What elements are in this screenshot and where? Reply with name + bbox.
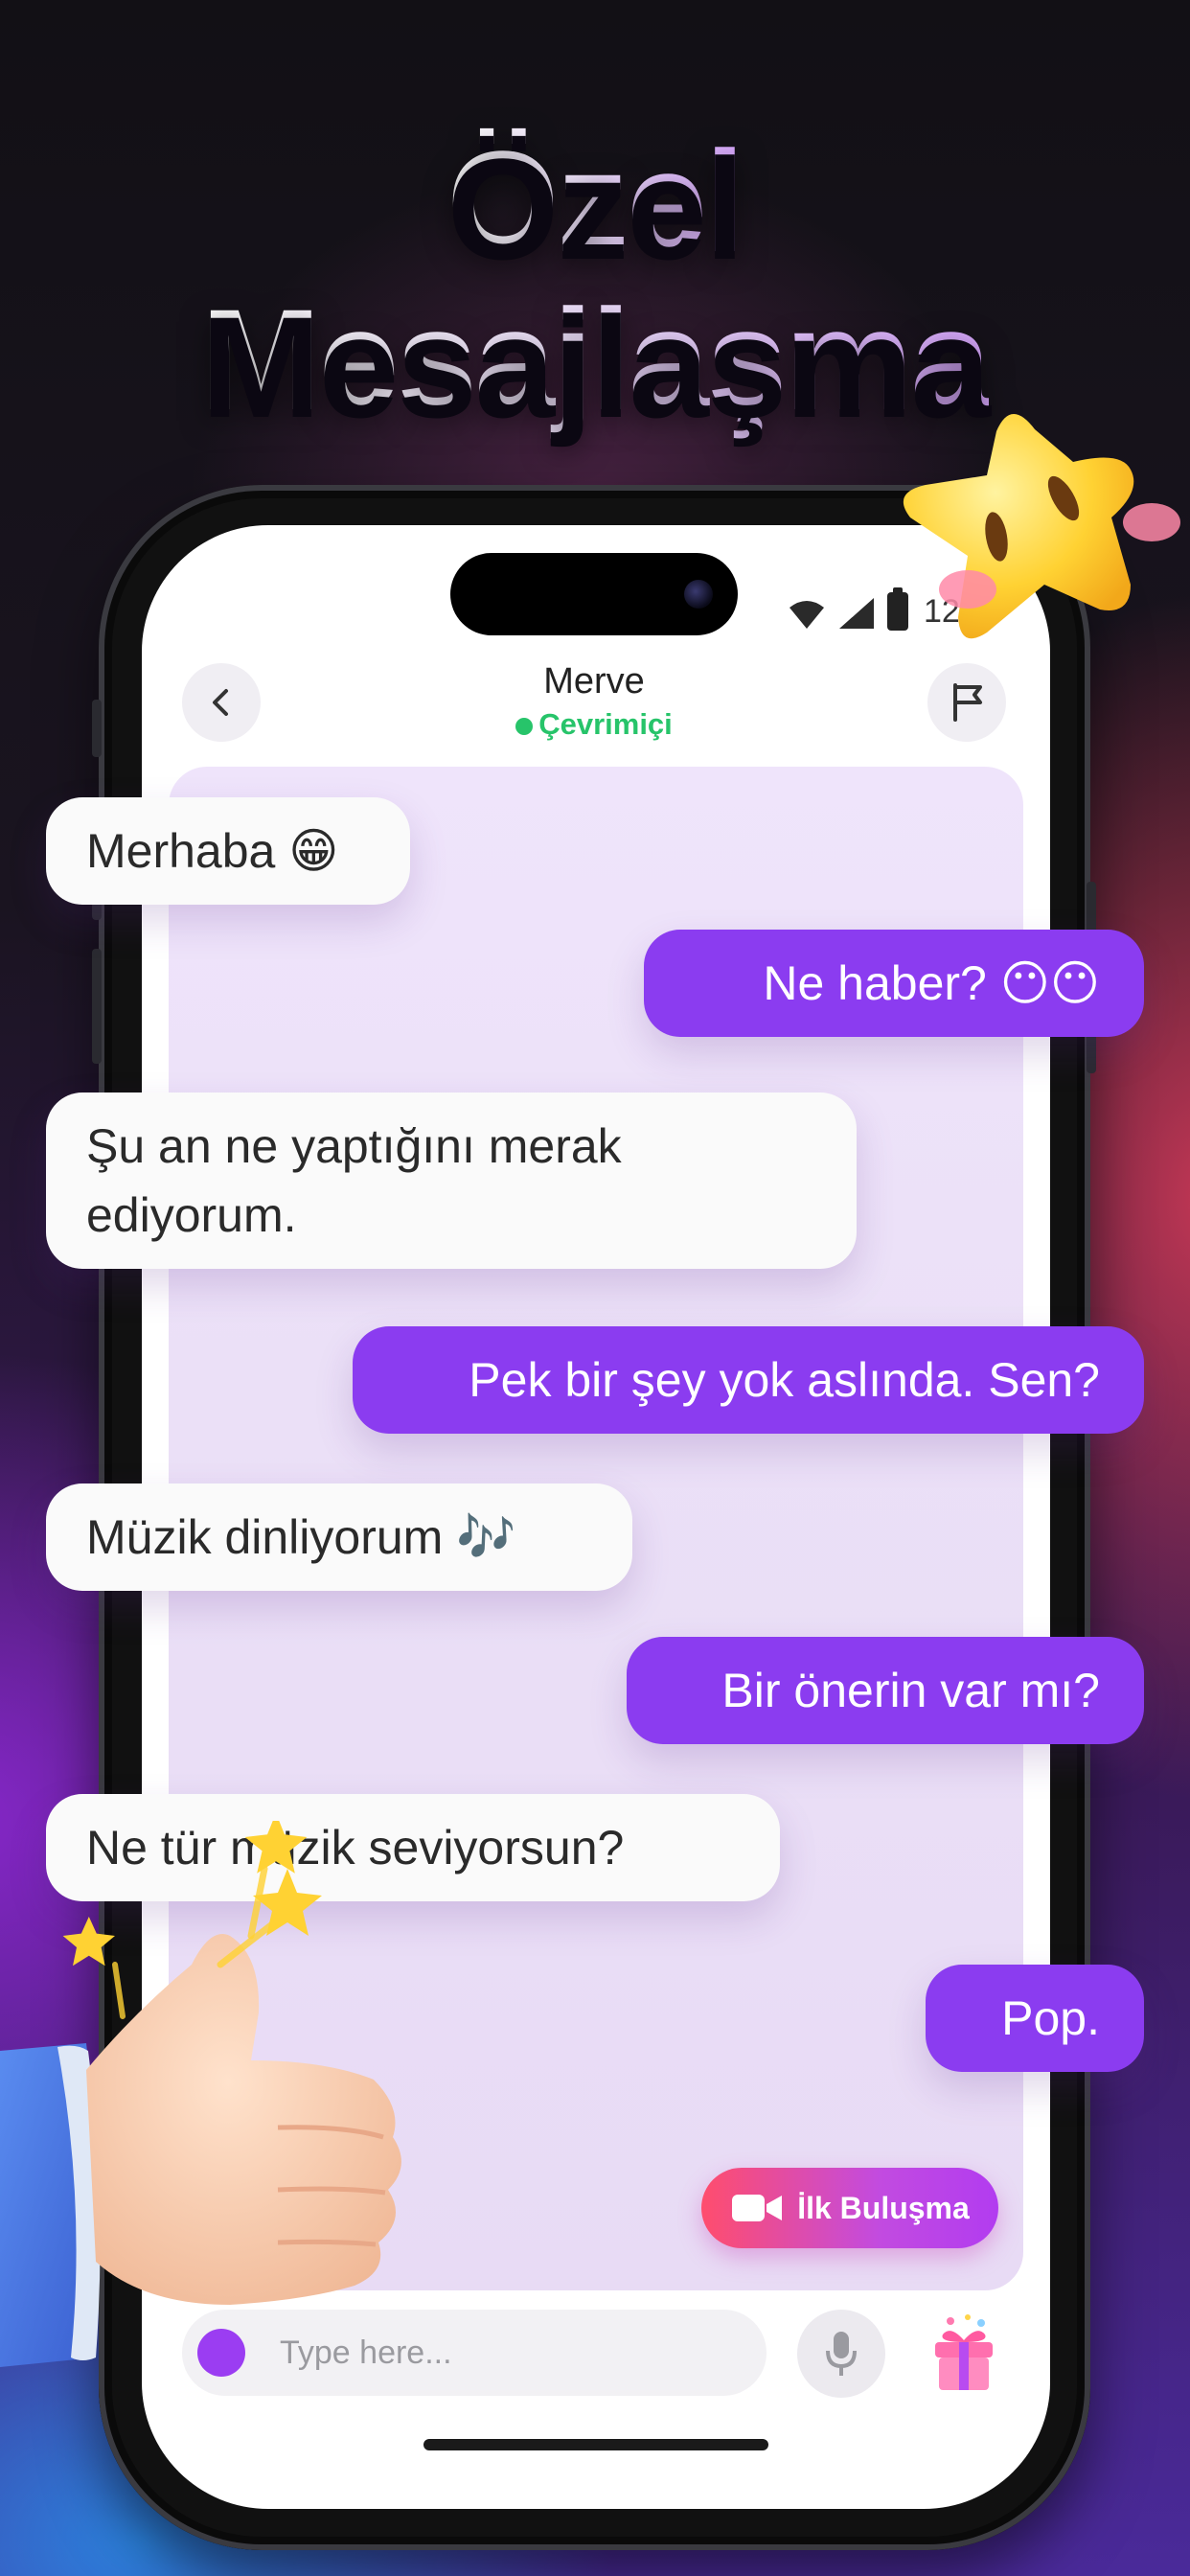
online-dot-icon [515,717,534,735]
contact-name: Merve [543,661,645,702]
contact-status: Çevrimiçi [498,707,690,742]
message-bubble-incoming: Şu an ne yaptığını merak ediyorum. [46,1092,857,1269]
phone-action-button [92,700,102,757]
cellular-signal-icon [839,598,874,629]
gift-icon [935,2314,993,2390]
headline-line-1: Özel [446,121,745,282]
dynamic-island [450,553,738,635]
back-button[interactable] [182,663,261,742]
message-bubble-incoming: Merhaba 😁 [46,797,410,905]
first-meeting-label: İlk Buluşma [797,2190,970,2225]
voice-message-button[interactable] [797,2310,885,2398]
smiling-star-sticker [903,413,1180,639]
message-bubble-outgoing: Bir önerin var mı? [627,1637,1144,1744]
thumbs-up-hand-sticker [0,1821,401,2367]
message-bubble-outgoing: Ne haber? 😶😶 [644,930,1144,1037]
chevron-left-icon [213,689,228,716]
front-camera [684,580,713,609]
message-bubble-outgoing: Pek bir şey yok aslında. Sen? [353,1326,1144,1434]
gift-button[interactable] [918,2308,1010,2400]
phone-volume-down-button [92,949,102,1064]
microphone-icon [826,2332,857,2376]
home-indicator [423,2439,768,2450]
wifi-icon [790,601,824,629]
video-camera-icon [732,2195,783,2221]
flag-icon [953,683,982,722]
first-meeting-button[interactable]: İlk Buluşma [701,2168,998,2248]
message-bubble-outgoing: Pop. [926,1965,1144,2072]
contact-status-text: Çevrimiçi [538,707,673,741]
message-bubble-incoming: Müzik dinliyorum 🎶 [46,1484,632,1591]
